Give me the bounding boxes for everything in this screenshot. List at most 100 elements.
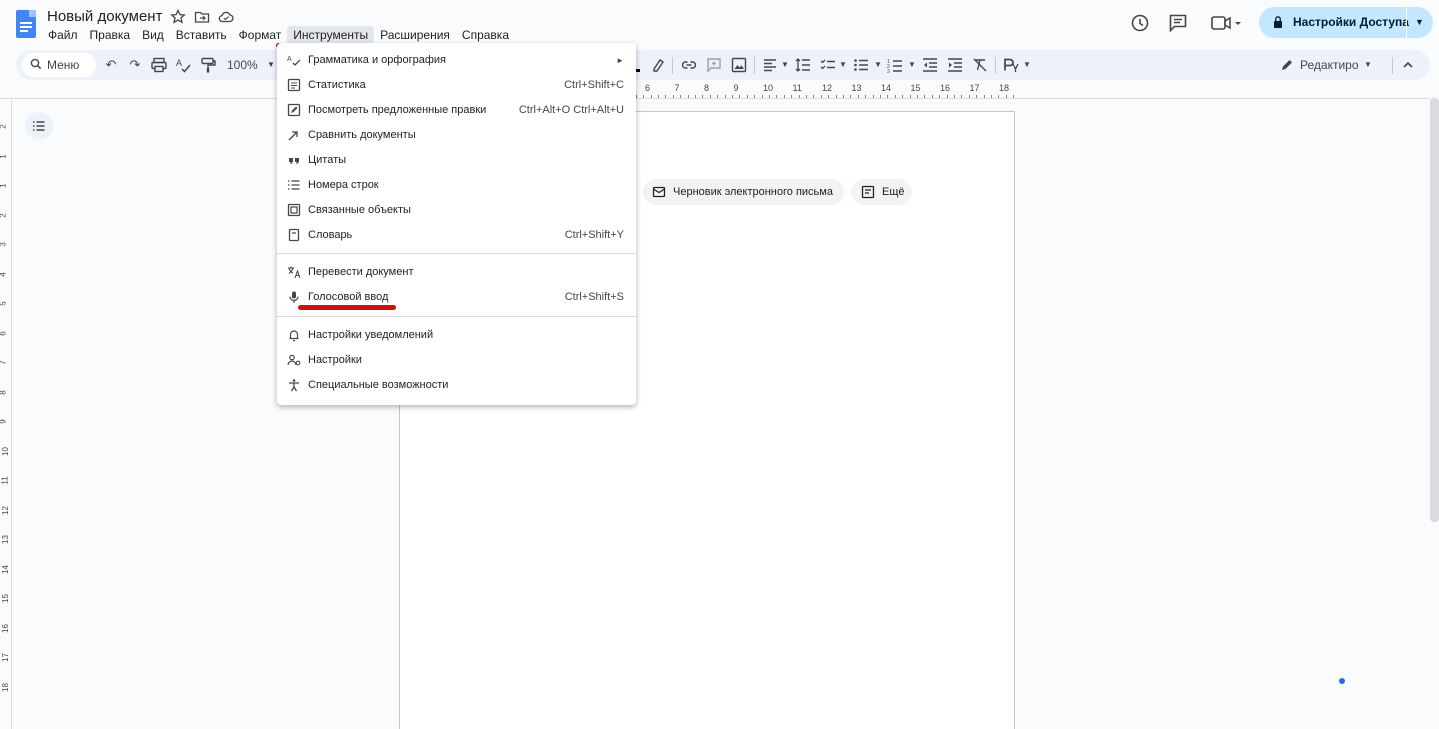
- menu-item-compare[interactable]: Сравнить документы: [277, 123, 636, 148]
- numbered-list-dropdown-icon[interactable]: ▼: [903, 56, 921, 74]
- print-icon[interactable]: [150, 56, 168, 74]
- search-menus[interactable]: Меню: [22, 53, 96, 77]
- ruler-tick-label: 14: [0, 564, 10, 574]
- menu-format[interactable]: Формат: [233, 26, 288, 44]
- ruler-mark: [1005, 95, 1007, 98]
- review-edits-icon: [287, 103, 301, 117]
- ruler-mark: [761, 95, 763, 98]
- increase-indent-icon[interactable]: [946, 56, 964, 74]
- menu-item-review-edits[interactable]: Посмотреть предложенные правки Ctrl+Alt+…: [277, 98, 636, 123]
- ruler-mark: [687, 95, 689, 98]
- star-icon[interactable]: [170, 9, 186, 25]
- more-chip[interactable]: Ещё: [851, 179, 912, 205]
- ruler-mark: [887, 95, 889, 98]
- menu-help[interactable]: Справка: [456, 26, 515, 44]
- numbered-list-icon[interactable]: 123: [886, 56, 904, 74]
- menu-item-label: Цитаты: [308, 154, 347, 166]
- spellcheck-icon[interactable]: A: [174, 56, 192, 74]
- ruler-tick-label: 6: [0, 331, 8, 335]
- share-dropdown-icon[interactable]: ▼: [1415, 7, 1424, 38]
- share-button[interactable]: Настройки Доступа ▼: [1259, 7, 1433, 38]
- ruler-mark: [1013, 95, 1015, 98]
- ruler-mark: [983, 95, 985, 98]
- ruler-tick-label: 15: [0, 594, 10, 603]
- zoom-select[interactable]: 100%: [227, 50, 258, 80]
- ruler-mark: [865, 95, 867, 98]
- link-icon[interactable]: [680, 56, 698, 74]
- ruler-mark: [732, 95, 733, 98]
- decrease-indent-icon[interactable]: [921, 56, 939, 74]
- menu-item-label: Перевести документ: [308, 266, 414, 278]
- align-dropdown-icon[interactable]: ▼: [776, 56, 794, 74]
- menu-item-grammar[interactable]: A Грамматика и орфография ►: [277, 48, 636, 73]
- menu-edit[interactable]: Правка: [84, 26, 137, 44]
- clear-formatting-icon[interactable]: [971, 56, 989, 74]
- ruler-mark: [806, 95, 807, 98]
- paragraph-styles-dropdown-icon[interactable]: ▼: [1018, 56, 1036, 74]
- move-folder-icon[interactable]: [194, 9, 210, 25]
- bulleted-list-icon[interactable]: [852, 56, 870, 74]
- ruler-mark: [820, 95, 822, 98]
- menu-item-accessibility[interactable]: Специальные возможности: [277, 373, 636, 398]
- vertical-ruler[interactable]: 21123456789101112131415161718: [0, 100, 12, 729]
- quote-icon: [289, 158, 299, 164]
- menu-item-label: Настройки уведомлений: [308, 329, 434, 341]
- line-numbers-icon: [288, 180, 300, 190]
- menu-item-translate[interactable]: Перевести документ: [277, 260, 636, 285]
- ruler-tick-label: 11: [0, 476, 10, 485]
- comments-icon[interactable]: [1167, 12, 1189, 34]
- ruler-tick-label: 11: [792, 83, 802, 93]
- menu-item-label: Номера строк: [308, 179, 379, 191]
- history-icon[interactable]: [1129, 12, 1151, 34]
- line-spacing-icon[interactable]: [794, 56, 812, 74]
- menu-item-label: Грамматика и орфография: [308, 54, 446, 66]
- document-outline-button[interactable]: [25, 112, 53, 140]
- add-comment-icon[interactable]: [705, 56, 723, 74]
- more-chip-label: Ещё: [882, 186, 905, 198]
- vertical-scrollbar[interactable]: [1430, 98, 1439, 522]
- menu-item-preferences[interactable]: Настройки: [277, 348, 636, 373]
- ruler-tick-label: 9: [733, 83, 739, 93]
- ruler-mark: [776, 95, 778, 98]
- ruler-mark: [665, 95, 667, 98]
- search-icon: [30, 58, 42, 70]
- undo-icon[interactable]: ↶: [102, 56, 120, 74]
- menu-extensions[interactable]: Расширения: [374, 26, 456, 44]
- ruler-tick-label: 1: [0, 154, 8, 158]
- menu-item-dictionary[interactable]: Словарь Ctrl+Shift+Y: [277, 223, 636, 248]
- accessibility-icon: [289, 379, 299, 392]
- bulleted-list-dropdown-icon[interactable]: ▼: [869, 56, 887, 74]
- menu-item-line-numbers[interactable]: Номера строк: [277, 173, 636, 198]
- document-title[interactable]: Новый документ: [47, 7, 162, 27]
- meet-icon[interactable]: [1209, 12, 1243, 34]
- docs-logo-icon[interactable]: [16, 10, 36, 38]
- checklist-dropdown-icon[interactable]: ▼: [834, 56, 852, 74]
- menu-item-label: Сравнить документы: [308, 129, 416, 141]
- ruler-mark: [976, 95, 978, 98]
- hide-menus-icon[interactable]: [1399, 56, 1417, 74]
- menu-file[interactable]: Файл: [42, 26, 84, 44]
- ruler-mark: [857, 95, 859, 98]
- redo-icon[interactable]: ↷: [126, 56, 144, 74]
- menu-item-linked-objects[interactable]: Связанные объекты: [277, 198, 636, 223]
- ruler-mark: [658, 95, 659, 98]
- highlight-color-icon[interactable]: [649, 56, 667, 74]
- insert-image-icon[interactable]: [730, 56, 748, 74]
- compare-icon: [288, 131, 298, 141]
- ruler-tick-label: 12: [0, 505, 10, 515]
- menu-item-citations[interactable]: Цитаты: [277, 148, 636, 173]
- menu-view[interactable]: Вид: [136, 26, 170, 44]
- menu-tools[interactable]: Инструменты: [287, 26, 375, 44]
- menu-insert[interactable]: Вставить: [170, 26, 233, 44]
- cloud-saved-icon[interactable]: [218, 9, 234, 25]
- menu-item-shortcut: Ctrl+Shift+Y: [564, 229, 624, 241]
- ruler-tick-label: 16: [940, 83, 951, 93]
- email-draft-icon: [652, 186, 666, 198]
- ruler-mark: [702, 95, 704, 98]
- paint-format-icon[interactable]: [199, 56, 217, 74]
- svg-text:A: A: [287, 56, 292, 63]
- email-draft-chip[interactable]: Черновик электронного письма: [643, 179, 844, 205]
- menu-item-word-count[interactable]: Статистика Ctrl+Shift+C: [277, 73, 636, 98]
- menu-item-shortcut: Ctrl+Shift+C: [564, 79, 624, 91]
- menu-item-notification-settings[interactable]: Настройки уведомлений: [277, 323, 636, 348]
